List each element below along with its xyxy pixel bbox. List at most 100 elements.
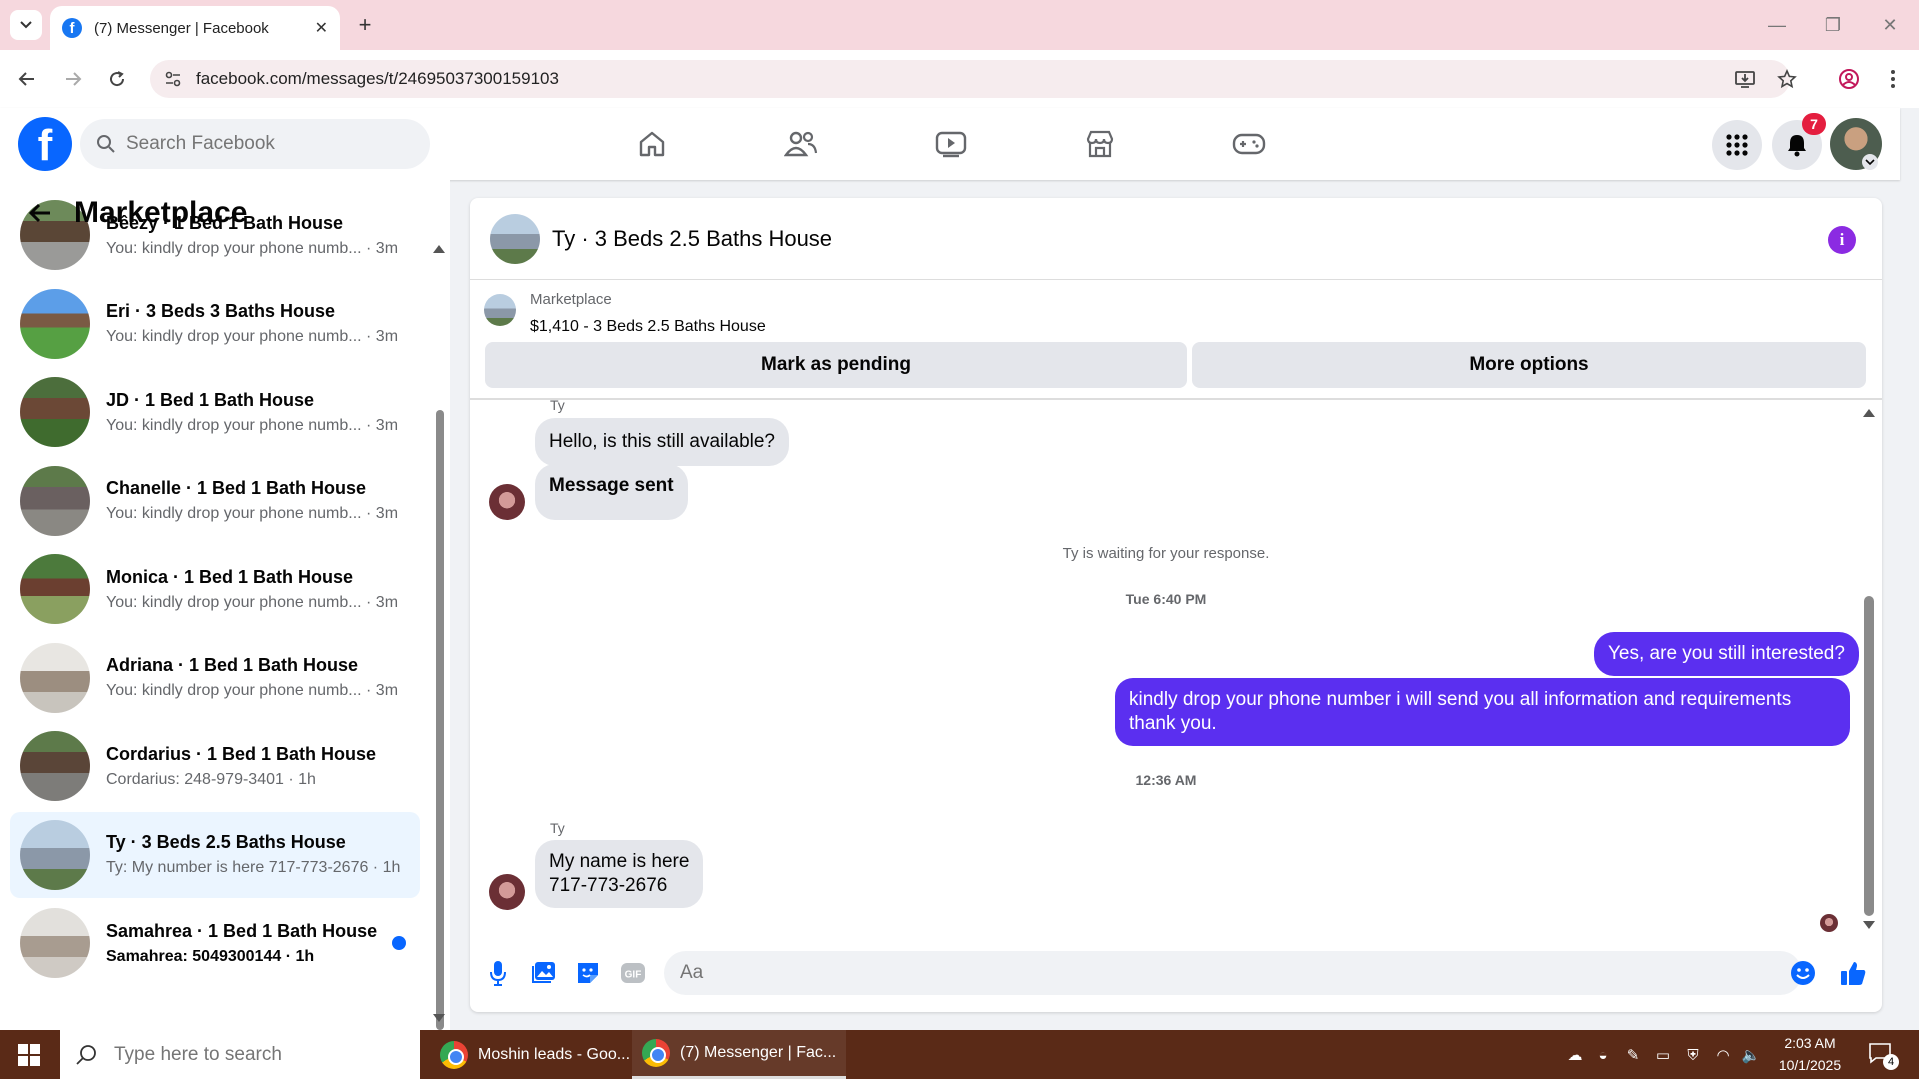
conversation-text: Eri · 3 Beds 3 Baths House You: kindly dr… [106, 301, 398, 346]
taskbar-app-chrome-messenger[interactable]: (7) Messenger | Fac... [632, 1030, 847, 1079]
chat-listing-thumbnail[interactable] [490, 213, 540, 264]
conversation-text: Ty · 3 Beds 2.5 Baths House Ty: My number… [106, 832, 400, 877]
back-button[interactable] [10, 62, 44, 96]
send-like-button[interactable] [1838, 958, 1868, 988]
taskbar-app-chrome-leads[interactable]: Moshin leads - Goo... [430, 1030, 640, 1079]
forward-button[interactable] [56, 62, 90, 96]
sidebar-scroll-up-icon[interactable] [433, 245, 445, 253]
outgoing-message[interactable]: kindly drop your phone number i will sen… [1115, 678, 1850, 746]
address-bar[interactable]: facebook.com/messages/t/2469503730015910… [150, 60, 1790, 98]
conversation-name: Cordarius · 1 Bed 1 Bath House [106, 743, 377, 764]
facebook-search-input[interactable] [126, 133, 406, 155]
security-shield-icon[interactable]: ⛨ [1682, 1044, 1704, 1066]
wifi-icon[interactable]: ◠ [1712, 1044, 1734, 1066]
conversation-text: JD · 1 Bed 1 Bath House You: kindly drop … [106, 390, 398, 435]
start-button[interactable] [0, 1030, 58, 1079]
install-app-button[interactable] [1728, 62, 1762, 96]
chat-scrollbar[interactable] [1864, 596, 1874, 916]
incoming-message[interactable]: Message sent [535, 464, 688, 520]
taskbar-search-input[interactable] [114, 1043, 404, 1066]
conversation-text: Samahrea · 1 Bed 1 Bath House Samahrea: 5… [106, 921, 377, 966]
profile-button[interactable] [1832, 62, 1866, 96]
conversation-item[interactable]: Monica · 1 Bed 1 Bath House You: kindly d… [10, 546, 420, 632]
pen-icon[interactable]: ✎ [1622, 1044, 1644, 1066]
chat-scroll-down-icon[interactable] [1863, 921, 1875, 929]
sender-avatar[interactable] [489, 874, 525, 910]
bookmark-button[interactable] [1770, 62, 1804, 96]
conversation-item[interactable]: Samahrea · 1 Bed 1 Bath House Samahrea: 5… [10, 900, 420, 986]
tab-search-button[interactable] [10, 10, 42, 40]
nav-home[interactable] [624, 124, 680, 164]
close-window-button[interactable]: ✕ [1870, 10, 1910, 40]
conversation-snippet: You: kindly drop your phone numb... · 3m [106, 593, 399, 611]
message-line: My name is here [549, 851, 690, 872]
browser-menu-button[interactable] [1876, 62, 1910, 96]
conversation-item[interactable]: Chanelle · 1 Bed 1 Bath House You: kindly… [10, 458, 420, 544]
notification-center-button[interactable]: 4 [1868, 1042, 1899, 1070]
conversation-text: Cordarius · 1 Bed 1 Bath House Cordarius:… [106, 744, 376, 789]
clock-date: 10/1/2025 [1778, 1057, 1842, 1073]
taskbar-search[interactable] [60, 1030, 420, 1079]
volume-icon[interactable]: 🔈 [1740, 1044, 1762, 1066]
nav-video[interactable] [923, 124, 979, 164]
site-settings-icon[interactable] [164, 70, 182, 88]
svg-text:GIF: GIF [625, 970, 642, 981]
mark-as-pending-button[interactable]: Mark as pending [485, 342, 1187, 388]
conversation-thumbnail [20, 819, 90, 890]
conversation-info-button[interactable]: i [1828, 226, 1856, 254]
account-chevron-icon[interactable] [1862, 154, 1878, 170]
taskbar-clock[interactable]: 2:03 AM 10/1/2025 [1762, 1032, 1858, 1076]
conversation-name: JD · 1 Bed 1 Bath House [106, 389, 315, 410]
sender-avatar[interactable] [489, 484, 525, 520]
minimize-button[interactable]: — [1757, 10, 1797, 40]
incoming-message[interactable]: Hello, is this still available? [535, 418, 789, 466]
conversation-item[interactable]: Ty · 3 Beds 2.5 Baths House Ty: My number… [10, 811, 420, 898]
url-text[interactable]: facebook.com/messages/t/2469503730015910… [196, 69, 559, 89]
onedrive-icon[interactable]: ☁ [1564, 1044, 1586, 1066]
listing-info[interactable]: Marketplace $1,410 - 3 Beds 2.5 Baths Ho… [530, 291, 766, 336]
nav-friends[interactable] [773, 124, 829, 164]
listing-thumbnail[interactable] [484, 294, 516, 326]
browser-tab-messenger[interactable]: f (7) Messenger | Facebook ✕ [50, 6, 340, 50]
sidebar-scroll-down-icon[interactable] [433, 1014, 445, 1022]
sidebar-scrollbar[interactable] [436, 410, 444, 1030]
unread-dot [392, 936, 406, 950]
nav-gaming[interactable] [1221, 124, 1277, 164]
facebook-logo[interactable]: f [18, 117, 72, 171]
attach-media-button[interactable] [528, 958, 558, 988]
sidebar-header: Marketplace [28, 193, 247, 233]
conversation-thumbnail [20, 554, 90, 624]
clock-time: 2:03 AM [1784, 1035, 1836, 1051]
chevron-down-icon [20, 21, 32, 29]
battery-icon[interactable]: ▭ [1652, 1044, 1674, 1066]
chat-title[interactable]: Ty · 3 Beds 2.5 Baths House [552, 226, 832, 252]
facebook-search-box[interactable] [80, 119, 430, 169]
emoji-button[interactable] [1788, 958, 1818, 988]
close-tab-icon[interactable]: ✕ [315, 18, 328, 38]
conversation-text: Chanelle · 1 Bed 1 Bath House You: kindly… [106, 478, 398, 523]
edge-icon[interactable]: ◒ [1592, 1044, 1614, 1066]
more-options-button[interactable]: More options [1192, 342, 1866, 388]
conversation-snippet: You: kindly drop your phone numb... · 3m [106, 505, 399, 522]
incoming-message[interactable]: My name is here 717-773-2676 [535, 840, 704, 908]
sticker-button[interactable] [573, 958, 603, 988]
gif-button[interactable]: GIF [618, 958, 648, 988]
menu-button[interactable] [1712, 120, 1762, 170]
outgoing-message[interactable]: Yes, are you still interested? [1594, 632, 1859, 676]
conversation-item[interactable]: Adriana · 1 Bed 1 Bath House You: kindly … [10, 635, 420, 721]
conversation-thumbnail [20, 288, 90, 359]
reload-button[interactable] [100, 62, 134, 96]
conversation-item[interactable]: Eri · 3 Beds 3 Baths House You: kindly dr… [10, 281, 420, 367]
nav-marketplace[interactable] [1072, 124, 1128, 164]
conversation-thumbnail [20, 731, 90, 801]
star-icon [1777, 69, 1797, 89]
new-tab-button[interactable]: + [352, 12, 378, 38]
voice-clip-button[interactable] [483, 958, 513, 988]
back-arrow-icon[interactable] [28, 202, 52, 224]
message-input[interactable] [664, 951, 1802, 995]
restore-button[interactable]: ❐ [1813, 10, 1853, 40]
chat-scroll-up-icon[interactable] [1863, 409, 1875, 417]
conversation-item[interactable]: JD · 1 Bed 1 Bath House You: kindly drop … [10, 369, 420, 455]
conversation-item[interactable]: Cordarius · 1 Bed 1 Bath House Cordarius:… [10, 723, 420, 809]
conversation-snippet: You: kindly drop your phone numb... · 3m [106, 328, 399, 345]
